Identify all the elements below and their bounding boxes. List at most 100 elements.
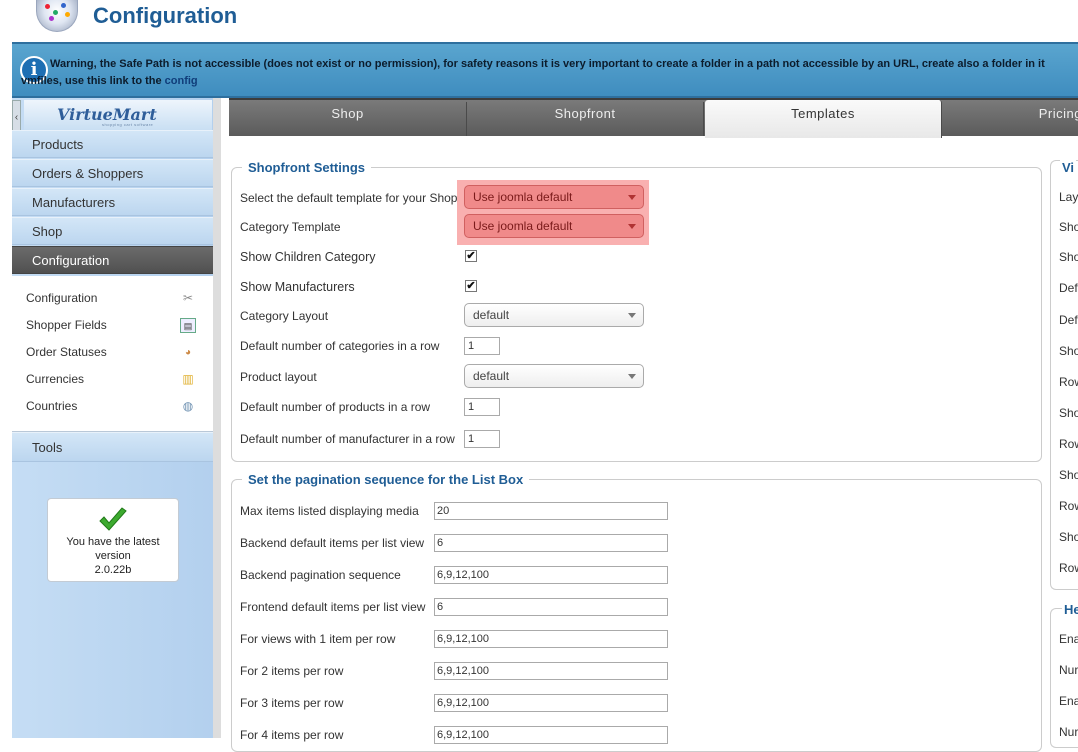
tab-shopfront[interactable]: Shopfront <box>467 102 704 136</box>
submenu-item-shopper-fields[interactable]: Shopper Fields ▤ <box>26 312 196 339</box>
sidebar-item-products[interactable]: Products <box>12 130 213 158</box>
manufacturers-per-row-input[interactable]: 1 <box>464 430 500 448</box>
product-layout-label: Product layout <box>240 370 317 384</box>
right-label: Sho <box>1059 344 1078 358</box>
default-template-label: Select the default template for your Sho… <box>240 191 458 205</box>
pagination-label-2: Backend pagination sequence <box>240 568 401 582</box>
submenu-label: Configuration <box>26 291 98 305</box>
right-label: Row <box>1059 375 1078 389</box>
pagination-input-4[interactable]: 6,9,12,100 <box>434 630 668 648</box>
products-per-row-input[interactable]: 1 <box>464 398 500 416</box>
warning-text: Warning, the Safe Path is not accessible… <box>21 56 1078 90</box>
right-label: Sho <box>1059 250 1078 264</box>
sidebar: VirtueMart shopping cart software ‹ Prod… <box>12 98 213 738</box>
right-label: Def <box>1059 313 1078 327</box>
right-label: Sho <box>1059 406 1078 420</box>
sidebar-item-shop[interactable]: Shop <box>12 217 213 245</box>
right-label: Row <box>1059 561 1078 575</box>
submenu-item-order-statuses[interactable]: Order Statuses ◕ <box>26 339 196 366</box>
pagination-input-7[interactable]: 6,9,12,100 <box>434 726 668 744</box>
chevron-down-icon <box>628 313 636 318</box>
pagination-label-1: Backend default items per list view <box>240 536 425 550</box>
right-label: Row <box>1059 437 1078 451</box>
submenu-item-currencies[interactable]: Currencies ▥ <box>26 366 196 393</box>
pagination-input-6[interactable]: 6,9,12,100 <box>434 694 668 712</box>
submenu-label: Order Statuses <box>26 345 107 359</box>
show-manufacturers-label: Show Manufacturers <box>240 280 355 294</box>
pagination-input-5[interactable]: 6,9,12,100 <box>434 662 668 680</box>
show-children-checkbox[interactable]: ✔ <box>465 250 477 262</box>
pagination-input-2[interactable]: 6,9,12,100 <box>434 566 668 584</box>
tab-templates[interactable]: Templates <box>705 100 942 138</box>
pagination-input-1[interactable]: 6 <box>434 534 668 552</box>
default-template-value: Use joomla default <box>473 190 573 204</box>
sidebar-item-tools[interactable]: Tools <box>12 432 213 462</box>
user-fields-icon: ▤ <box>180 318 196 333</box>
pagination-label-7: For 4 items per row <box>240 728 344 742</box>
tab-pricing[interactable]: Pricing <box>943 102 1078 136</box>
right-label: Lay <box>1059 190 1078 204</box>
cats-per-row-input[interactable]: 1 <box>464 337 500 355</box>
sidebar-item-manufacturers[interactable]: Manufacturers <box>12 188 213 216</box>
right-label: Nur <box>1059 663 1078 677</box>
pagination-input-3[interactable]: 6 <box>434 598 668 616</box>
submenu-item-configuration[interactable]: Configuration ✂ <box>26 285 196 312</box>
right-label: Row <box>1059 499 1078 513</box>
shopfront-settings-legend: Shopfront Settings <box>248 160 365 175</box>
category-layout-select[interactable]: default <box>464 303 644 327</box>
version-line1: You have the latest <box>66 536 160 548</box>
config-logo-icon <box>36 0 78 32</box>
right-label: Nur <box>1059 725 1078 739</box>
version-line2: version <box>95 550 131 562</box>
checkmark-icon <box>99 507 127 531</box>
sidebar-item-configuration[interactable]: Configuration <box>12 246 213 274</box>
pagination-label-5: For 2 items per row <box>240 664 344 678</box>
page-title: Configuration <box>93 3 238 28</box>
right-label: Def <box>1059 281 1078 295</box>
version-box: You have the latest version 2.0.22b <box>47 498 179 582</box>
pagination-label-0: Max items listed displaying media <box>240 504 419 518</box>
sidebar-item-orders-shoppers[interactable]: Orders & Shoppers <box>12 159 213 187</box>
warning-banner: i Warning, the Safe Path is not accessib… <box>12 42 1078 98</box>
submenu-label: Countries <box>26 399 78 413</box>
configuration-submenu: Configuration ✂ Shopper Fields ▤ Order Sta… <box>12 276 213 432</box>
virtuemart-logo-subtext: shopping cart software <box>102 122 154 127</box>
chevron-down-icon <box>628 224 636 229</box>
right-legend-1: Vi <box>1060 160 1077 175</box>
pagination-label-6: For 3 items per row <box>240 696 344 710</box>
order-status-icon: ◕ <box>184 347 192 358</box>
product-layout-select[interactable]: default <box>464 364 644 388</box>
config-link[interactable]: config <box>165 75 198 87</box>
virtuemart-logo: VirtueMart shopping cart software <box>24 100 212 130</box>
version-number: 2.0.22b <box>94 564 132 576</box>
globe-icon: ◍ <box>182 399 194 413</box>
category-template-value: Use joomla default <box>473 219 573 233</box>
default-template-select[interactable]: Use joomla default <box>464 185 644 209</box>
header: Configuration <box>0 0 1078 42</box>
tools-icon: ✂ <box>182 291 194 305</box>
category-layout-label: Category Layout <box>240 309 329 323</box>
right-label: Sho <box>1059 220 1078 234</box>
submenu-label: Shopper Fields <box>26 318 107 332</box>
right-label: Ena <box>1059 632 1078 646</box>
right-label: Sho <box>1059 530 1078 544</box>
right-label: Ena <box>1059 694 1078 708</box>
right-label: Sho <box>1059 468 1078 482</box>
show-manufacturers-checkbox[interactable]: ✔ <box>465 280 477 292</box>
category-template-select[interactable]: Use joomla default <box>464 214 644 238</box>
pagination-legend: Set the pagination sequence for the List… <box>248 472 524 487</box>
category-layout-value: default <box>473 308 510 322</box>
submenu-item-countries[interactable]: Countries ◍ <box>26 393 196 420</box>
right-legend-2: He <box>1062 602 1078 617</box>
submenu-label: Currencies <box>26 372 85 386</box>
left-strip <box>0 98 12 738</box>
tab-shop[interactable]: Shop <box>229 102 467 136</box>
cats-per-row-label: Default number of categories in a row <box>240 339 440 353</box>
pagination-input-0[interactable]: 20 <box>434 502 668 520</box>
products-per-row-label: Default number of products in a row <box>240 400 431 414</box>
pagination-label-4: For views with 1 item per row <box>240 632 396 646</box>
show-children-label: Show Children Category <box>240 250 376 264</box>
chevron-down-icon <box>628 374 636 379</box>
coins-icon: ▥ <box>182 372 194 386</box>
product-layout-value: default <box>473 369 510 383</box>
